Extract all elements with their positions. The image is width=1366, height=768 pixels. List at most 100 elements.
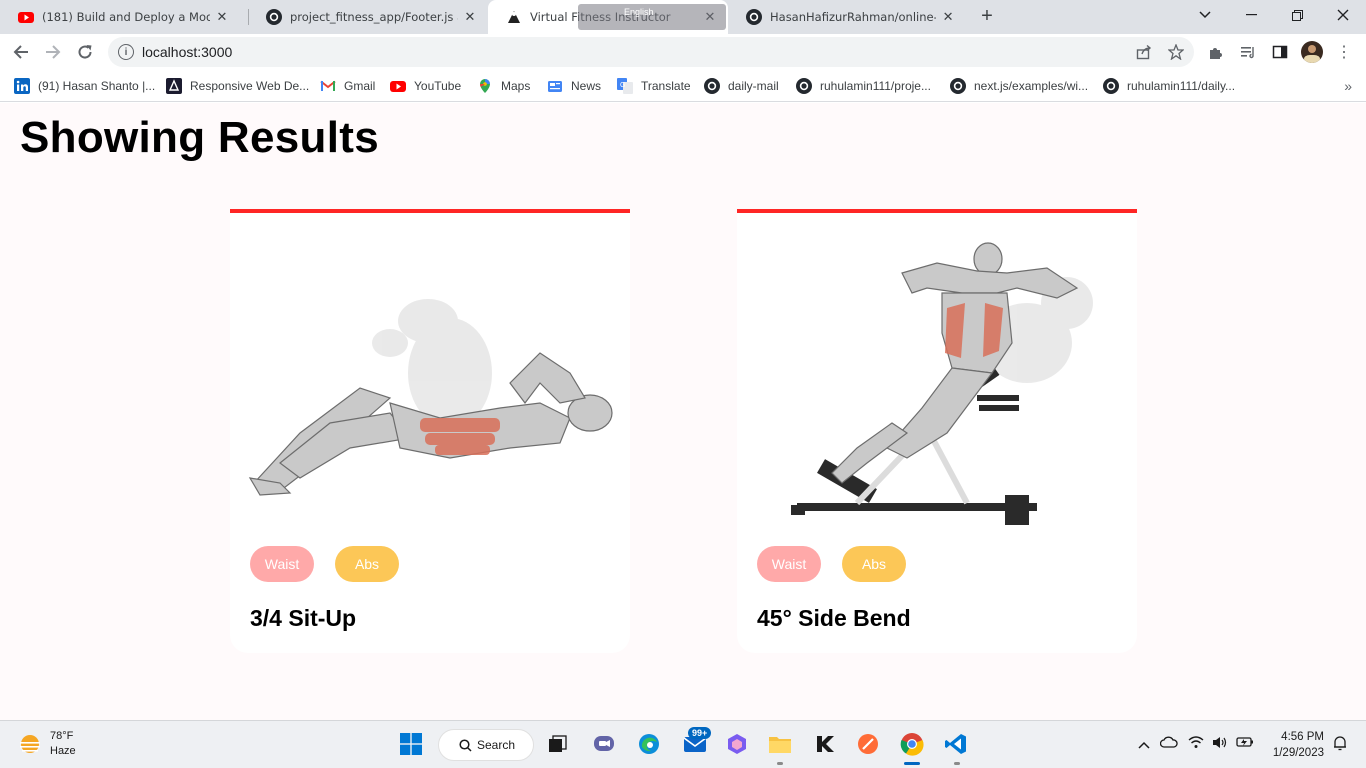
close-icon[interactable]: ✕: [940, 9, 956, 25]
youtube-icon: [390, 78, 406, 94]
windows-taskbar: 78°F Haze Search 99+ 4:56 PM 1/29/2023: [0, 720, 1366, 768]
copilot-icon[interactable]: [722, 729, 752, 759]
sit-up-illustration: [248, 299, 613, 496]
battery-icon[interactable]: [1236, 736, 1254, 751]
bookmark-label: ruhulamin111/proje...: [820, 79, 931, 93]
bookmark-label: Translate: [641, 79, 691, 93]
url-text[interactable]: localhost:3000: [142, 44, 232, 60]
github-icon: [746, 9, 762, 25]
restore-button[interactable]: [1274, 0, 1320, 30]
profile-avatar[interactable]: [1301, 41, 1323, 63]
tab-search-chevron-icon[interactable]: [1182, 0, 1228, 30]
forward-button[interactable]: [40, 39, 66, 65]
start-button[interactable]: [396, 729, 426, 759]
bookmark-label: News: [571, 79, 602, 93]
tab-github-footer[interactable]: project_fitness_app/Footer.js at m ✕: [248, 0, 488, 34]
exercise-card[interactable]: Waist Abs 45° Side Bend: [737, 209, 1137, 653]
bookmark-translate[interactable]: G Translate: [617, 76, 691, 96]
exercise-name: 3/4 Sit-Up: [250, 605, 357, 631]
vscode-icon[interactable]: [941, 729, 971, 759]
file-explorer-icon[interactable]: [765, 729, 795, 759]
onedrive-icon[interactable]: [1159, 736, 1178, 751]
tab-title: (181) Build and Deploy a Modern: [42, 10, 210, 24]
tab-title: HasanHafizurRahman/online-gym: [770, 10, 936, 24]
show-hidden-icons-chevron-icon[interactable]: [1138, 737, 1150, 752]
reading-list-icon[interactable]: [1238, 42, 1258, 62]
mail-badge: 99+: [688, 727, 712, 739]
extensions-icon[interactable]: [1206, 42, 1226, 62]
reload-button[interactable]: [72, 39, 98, 65]
edge-browser-icon[interactable]: [634, 729, 664, 759]
haze-sun-icon: [20, 735, 40, 753]
page-title: Showing Results: [20, 113, 379, 162]
exercise-card[interactable]: Waist Abs 3/4 Sit-Up: [230, 209, 630, 653]
teams-chat-icon[interactable]: [589, 729, 619, 759]
postman-icon[interactable]: [853, 729, 883, 759]
more-bookmarks-button[interactable]: »: [1344, 78, 1352, 94]
github-icon: [796, 78, 812, 94]
back-button[interactable]: [8, 39, 34, 65]
lit-icon: [166, 78, 182, 94]
github-icon: [1103, 78, 1119, 94]
notifications-icon[interactable]: [1332, 735, 1348, 754]
fitness-logo-icon: [508, 11, 520, 23]
bookmark-label: Maps: [501, 79, 531, 93]
address-bar[interactable]: i localhost:3000: [108, 37, 1194, 67]
bookmark-ruhulamin-project[interactable]: ruhulamin111/proje...: [796, 76, 931, 96]
github-icon: [950, 78, 966, 94]
overlay-label: English: [624, 7, 654, 17]
close-icon[interactable]: ✕: [214, 9, 230, 25]
site-info-icon[interactable]: i: [118, 44, 134, 60]
bookmark-linkedin[interactable]: (91) Hasan Shanto |...: [14, 76, 155, 96]
side-bend-illustration: [791, 242, 1093, 525]
close-icon[interactable]: ✕: [462, 9, 478, 25]
body-part-pill[interactable]: Waist: [250, 546, 314, 582]
wifi-icon[interactable]: [1188, 735, 1204, 752]
translate-icon: G: [617, 78, 633, 94]
clock-time: 4:56 PM: [1281, 731, 1324, 743]
body-part-pill[interactable]: Waist: [757, 546, 821, 582]
tab-github-online-gym[interactable]: HasanHafizurRahman/online-gym ✕: [728, 0, 966, 34]
system-clock[interactable]: 4:56 PM 1/29/2023: [1262, 729, 1324, 761]
chrome-icon[interactable]: [897, 729, 927, 759]
bookmark-label: YouTube: [414, 79, 462, 93]
bookmark-gmail[interactable]: Gmail: [320, 76, 375, 96]
volume-icon[interactable]: [1212, 736, 1228, 752]
taskbar-search[interactable]: Search: [438, 729, 534, 761]
side-panel-icon[interactable]: [1270, 42, 1290, 62]
svg-text:G: G: [620, 82, 625, 89]
tab-youtube[interactable]: (181) Build and Deploy a Modern ✕: [0, 0, 246, 34]
minimize-button[interactable]: [1228, 0, 1274, 30]
search-icon: [459, 739, 472, 752]
close-window-button[interactable]: [1320, 0, 1366, 30]
bookmark-youtube[interactable]: YouTube: [390, 76, 461, 96]
share-icon[interactable]: [1134, 42, 1154, 62]
bookmark-maps[interactable]: Maps: [477, 76, 530, 96]
bookmark-ruhulamin-daily[interactable]: ruhulamin111/daily...: [1103, 76, 1235, 96]
gmail-icon: [320, 78, 336, 94]
bookmark-nextjs-examples[interactable]: next.js/examples/wi...: [950, 76, 1088, 96]
clock-date: 1/29/2023: [1272, 747, 1324, 759]
bookmark-label: (91) Hasan Shanto |...: [38, 79, 156, 93]
weather-widget[interactable]: 78°F Haze: [16, 729, 76, 759]
tab-strip: (181) Build and Deploy a Modern ✕ projec…: [0, 0, 1366, 34]
task-view-icon[interactable]: [543, 729, 573, 759]
target-pill[interactable]: Abs: [842, 546, 906, 582]
exercise-name: 45° Side Bend: [757, 605, 911, 631]
bookmark-responsive-web-design[interactable]: Responsive Web De...: [166, 76, 309, 96]
active-app-indicator: [904, 762, 920, 765]
running-indicator: [954, 762, 960, 765]
bookmark-star-icon[interactable]: [1166, 42, 1186, 62]
bookmark-label: Gmail: [344, 79, 376, 93]
linkedin-icon: [14, 78, 30, 94]
bookmarks-bar: (91) Hasan Shanto |... Responsive Web De…: [0, 70, 1366, 102]
bookmark-news[interactable]: News: [547, 76, 601, 96]
app-k-icon[interactable]: [810, 729, 840, 759]
new-tab-button[interactable]: +: [976, 6, 998, 28]
bookmark-daily-mail[interactable]: daily-mail: [704, 76, 779, 96]
tab-title: project_fitness_app/Footer.js at m: [290, 10, 458, 24]
browser-menu-icon[interactable]: ⋮: [1334, 42, 1354, 62]
search-label: Search: [477, 738, 516, 752]
target-pill[interactable]: Abs: [335, 546, 399, 582]
page-content: Showing Results Waist Abs 3/4 Sit-Up Wai…: [0, 103, 1366, 720]
